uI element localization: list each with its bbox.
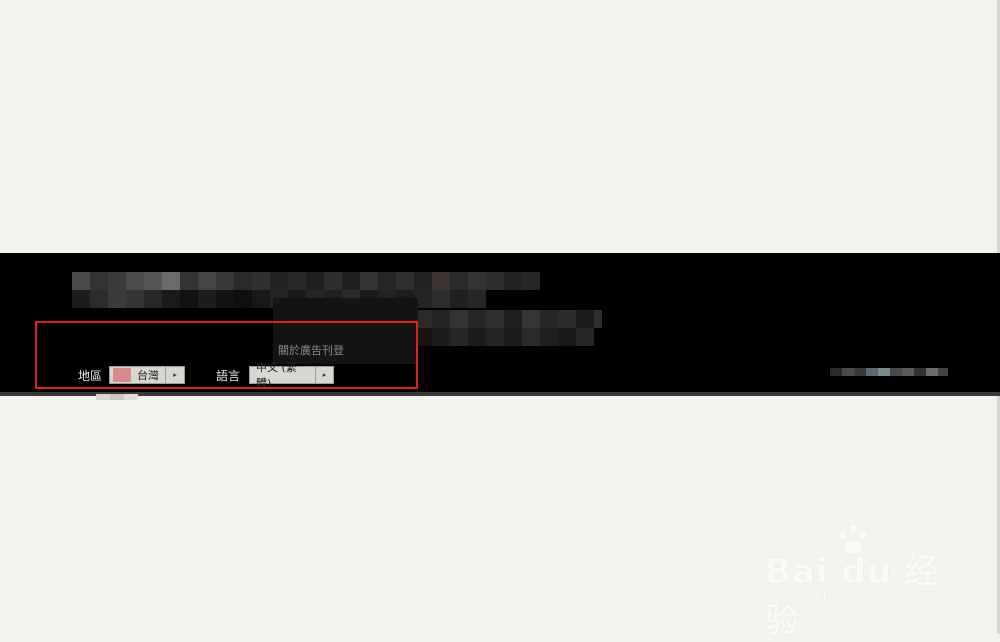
footer-divider: [0, 392, 1000, 396]
baidu-jingyan-watermark: Bai du 经验 jingyan.baidu.com: [765, 522, 955, 641]
blurred-residue: [96, 392, 144, 402]
blurred-copyright: [830, 368, 948, 376]
watermark-domain: jingyan.baidu.com: [767, 590, 897, 606]
highlight-annotation-box: [35, 321, 418, 389]
